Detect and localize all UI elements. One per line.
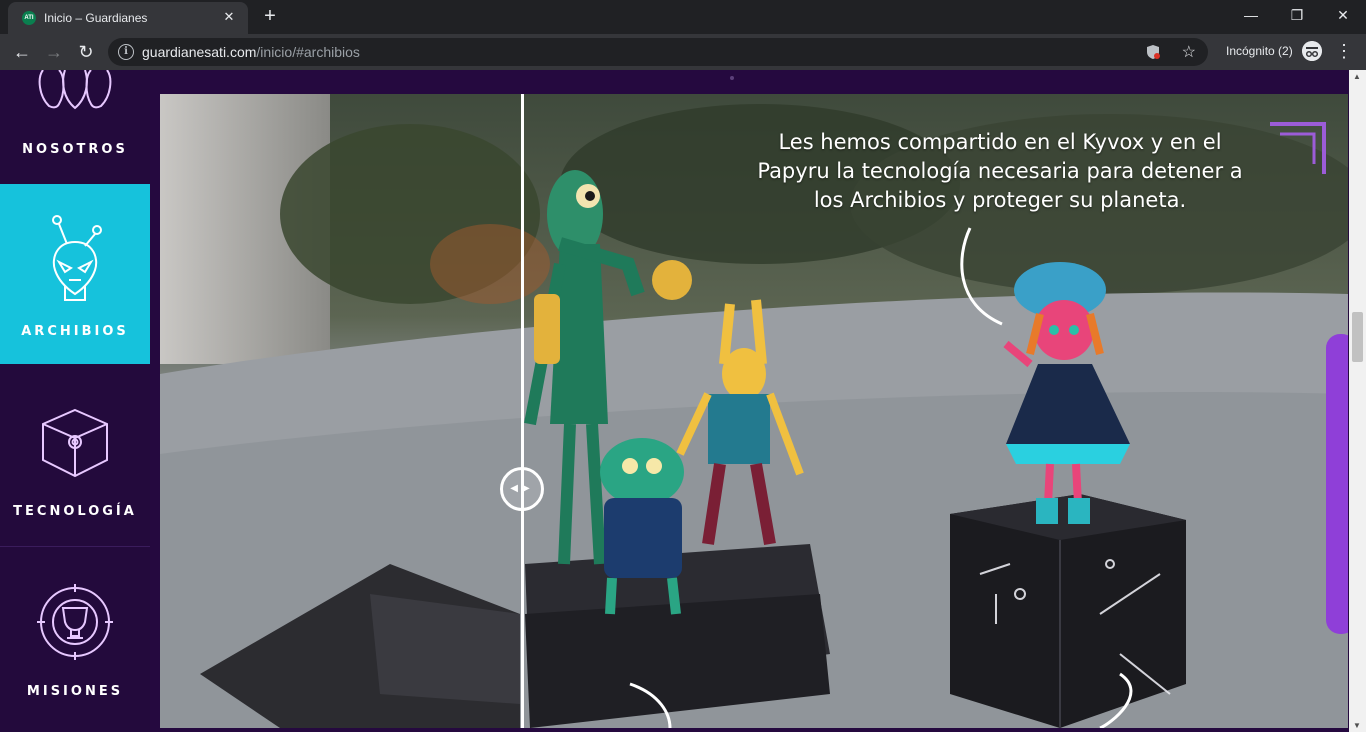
aliens-group-icon — [38, 70, 112, 110]
scroll-down-arrow-icon[interactable]: ▼ — [1353, 721, 1361, 730]
alien-head-icon — [52, 215, 102, 301]
sidebar-item-misiones[interactable]: MISIONES — [0, 548, 150, 732]
sidebar-item-label: NOSOTROS — [22, 142, 128, 157]
incognito-icon[interactable] — [1302, 41, 1322, 61]
new-tab-button[interactable]: + — [258, 6, 282, 28]
address-bar[interactable]: i guardianesati.com/inicio/#archibios ☆ — [108, 38, 1208, 66]
sidebar-item-label: ARCHIBIOS — [21, 324, 129, 339]
url-path: /inicio/#archibios — [256, 44, 360, 60]
site-favicon-icon: ATI — [22, 11, 36, 25]
archibios-image-viewer[interactable]: Les hemos compartido en el Kyvox y en el… — [160, 94, 1348, 728]
site-info-icon[interactable]: i — [118, 44, 134, 60]
trophy-target-icon — [37, 584, 113, 660]
back-button[interactable]: ← — [10, 40, 34, 64]
scrollbar-thumb[interactable] — [1352, 312, 1363, 362]
page-scrollbar[interactable]: ▲ ▼ — [1349, 70, 1366, 732]
compare-divider-line[interactable] — [521, 94, 524, 728]
forward-button[interactable]: → — [42, 40, 66, 64]
url-text: guardianesati.com/inicio/#archibios — [142, 44, 360, 60]
minimize-button[interactable]: — — [1228, 0, 1274, 30]
sidebar-item-label: TECNOLOGÍA — [13, 504, 137, 519]
sidebar-item-tecnologia[interactable]: TECNOLOGÍA — [0, 366, 150, 546]
browser-toolbar: ← → ↻ i guardianesati.com/inicio/#archib… — [0, 34, 1366, 70]
sidebar-item-label: MISIONES — [26, 684, 124, 699]
sidebar-item-nosotros[interactable]: NOSOTROS — [0, 70, 150, 182]
cube-icon — [42, 408, 108, 478]
carousel-indicator-dot[interactable] — [730, 76, 734, 80]
browser-menu-icon[interactable]: ⋮ — [1334, 40, 1354, 64]
compare-slider-handle[interactable]: ◀▶ — [500, 467, 544, 511]
restore-button[interactable]: ❐ — [1274, 0, 1320, 30]
sidebar-divider — [0, 546, 150, 547]
scroll-up-arrow-icon[interactable]: ▲ — [1353, 72, 1361, 81]
close-window-button[interactable]: ✕ — [1320, 0, 1366, 30]
tab-close-icon[interactable]: ✕ — [220, 8, 238, 26]
sidebar-item-archibios[interactable]: ARCHIBIOS — [0, 184, 150, 364]
page: NOSOTROS ARCHIBIOS TECNOLOGÍA MISIONES L… — [0, 70, 1366, 732]
sidebar: NOSOTROS ARCHIBIOS TECNOLOGÍA MISIONES — [0, 70, 150, 732]
reload-button[interactable]: ↻ — [74, 40, 98, 64]
speech-bubble-text: Les hemos compartido en el Kyvox y en el… — [757, 130, 1243, 212]
url-domain: guardianesati.com — [142, 44, 257, 60]
bookmark-star-icon[interactable]: ☆ — [1182, 42, 1196, 62]
tab-title: Inicio – Guardianes — [44, 11, 148, 25]
tracking-shield-icon[interactable] — [1146, 44, 1160, 60]
browser-tab-bar: ATI Inicio – Guardianes ✕ + — ❐ ✕ — [0, 0, 1366, 34]
browser-tab[interactable]: ATI Inicio – Guardianes ✕ — [8, 2, 248, 34]
incognito-label[interactable]: Incógnito (2) — [1226, 44, 1293, 58]
